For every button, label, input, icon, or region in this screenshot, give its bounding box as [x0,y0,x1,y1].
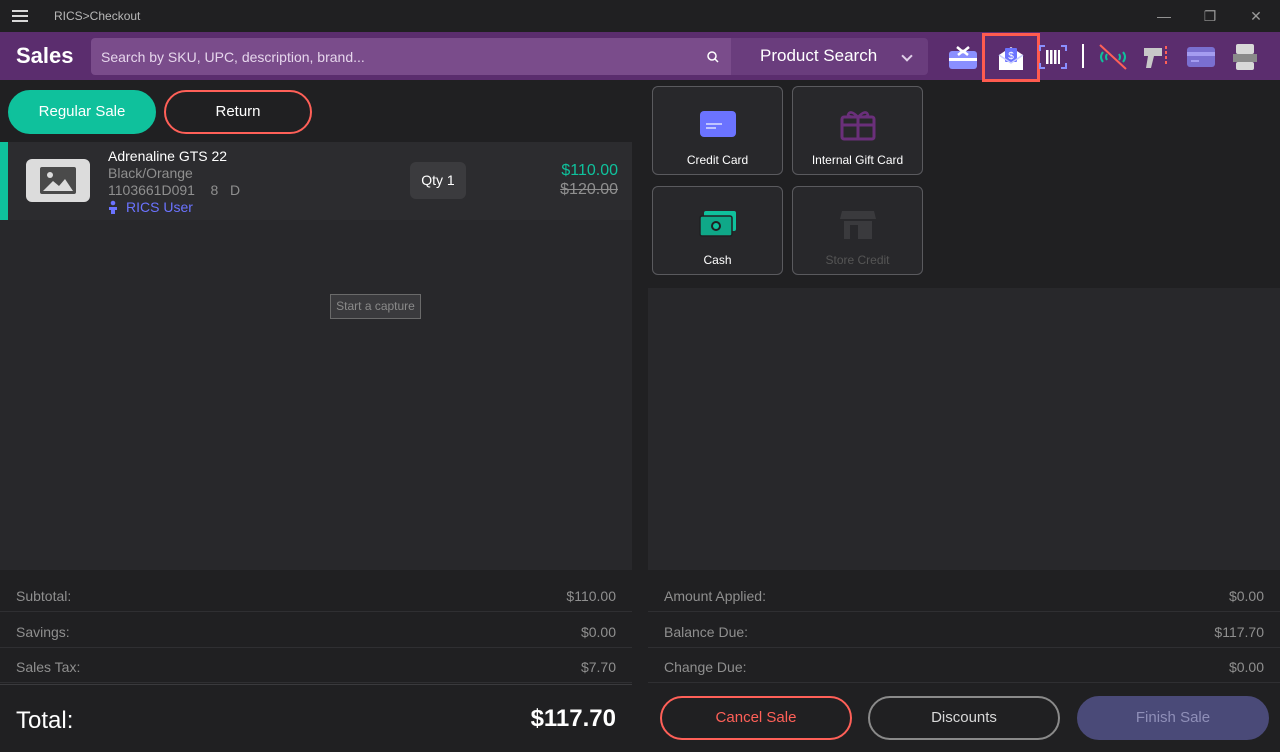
search-icon[interactable] [705,49,721,65]
receipt-printer-icon[interactable] [1226,38,1264,76]
person-icon [109,200,117,214]
cart-list-area [0,220,632,570]
amount-applied-row: Amount Applied: $0.00 [648,577,1280,612]
store-credit-label: Store Credit [825,253,890,267]
store-icon [840,211,876,239]
subtotal-value: $110.00 [566,588,616,604]
restore-icon[interactable]: ❐ [1200,6,1220,26]
search-mode-dropdown[interactable]: Product Search [731,38,928,75]
search-input[interactable] [101,38,691,75]
change-due-label: Change Due: [664,659,747,675]
change-due-row: Change Due: $0.00 [648,648,1280,683]
subtotal-row: Subtotal: $110.00 [0,577,632,612]
amount-applied-label: Amount Applied: [664,588,766,604]
header-divider [1082,44,1084,68]
total-label: Total: [16,707,74,734]
payment-list-area [648,288,1280,570]
item-user-name: RICS User [126,199,193,215]
email-receipt-icon[interactable]: $ [982,33,1040,82]
item-sku-size: 1103661D091 8 D [108,182,240,198]
window-title: RICS>Checkout [54,9,141,23]
balance-due-row: Balance Due: $117.70 [648,613,1280,648]
internal-gift-card-label: Internal Gift Card [811,153,904,167]
item-original-price: $120.00 [560,181,618,198]
item-size: 8 [210,182,219,198]
minimize-icon[interactable]: — [1154,6,1174,26]
savings-label: Savings: [16,624,70,640]
total-bar: Total: $117.70 [0,684,632,752]
close-icon[interactable]: ✕ [1246,6,1266,26]
sales-tax-value: $7.70 [580,659,616,675]
sales-tax-row: Sales Tax: $7.70 [0,648,632,683]
cash-tender-button[interactable]: Cash [652,186,783,275]
return-button[interactable]: Return [164,90,312,134]
store-credit-tender-button[interactable]: Store Credit [792,186,923,275]
gift-card-icon[interactable] [944,38,982,76]
item-width: D [229,182,241,198]
svg-text:$: $ [1008,51,1014,62]
chevron-down-icon [901,50,913,62]
cancel-sale-button[interactable]: Cancel Sale [660,696,852,740]
sales-tax-label: Sales Tax: [16,659,81,675]
title-bar: RICS>Checkout — ❐ ✕ [0,0,1280,32]
savings-value: $0.00 [580,624,616,640]
subtotal-label: Subtotal: [16,588,72,604]
cash-icon [699,211,736,237]
handheld-scanner-icon[interactable] [1138,38,1176,76]
gift-icon [840,111,876,141]
item-name: Adrenaline GTS 22 [108,148,228,164]
regular-sale-button[interactable]: Regular Sale [8,90,156,134]
cart-item[interactable]: Adrenaline GTS 22 Black/Orange 1103661D0… [0,142,632,220]
credit-card-icon [700,111,736,137]
change-due-value: $0.00 [1228,659,1264,675]
discounts-button[interactable]: Discounts [868,696,1060,740]
item-color: Black/Orange [108,165,193,181]
credit-card-label: Credit Card [686,153,749,167]
finish-sale-button[interactable]: Finish Sale [1077,696,1269,740]
page-title: Sales [16,43,74,68]
credit-card-tender-button[interactable]: Credit Card [652,86,783,175]
card-reader-icon[interactable] [1182,38,1220,76]
savings-row: Savings: $0.00 [0,613,632,648]
item-price: $110.00 [561,162,618,179]
hamburger-menu-icon[interactable] [12,10,28,22]
capture-tooltip: Start a capture [330,294,421,319]
search-box [91,38,731,75]
cash-label: Cash [703,253,732,267]
item-user[interactable]: RICS User [108,199,193,215]
amount-applied-value: $0.00 [1228,588,1264,604]
product-image-placeholder-icon [26,159,90,202]
barcode-scanner-icon[interactable] [1034,38,1072,76]
search-mode-label: Product Search [760,46,878,65]
item-sku: 1103661D091 [108,182,195,198]
internal-gift-card-tender-button[interactable]: Internal Gift Card [792,86,923,175]
total-value: $117.70 [530,705,616,732]
balance-due-label: Balance Due: [664,624,749,640]
balance-due-value: $117.70 [1214,624,1264,640]
quantity-button[interactable]: Qty 1 [410,162,466,199]
no-connection-icon[interactable] [1094,38,1132,76]
header-bar: Sales Product Search $ [0,32,1280,82]
